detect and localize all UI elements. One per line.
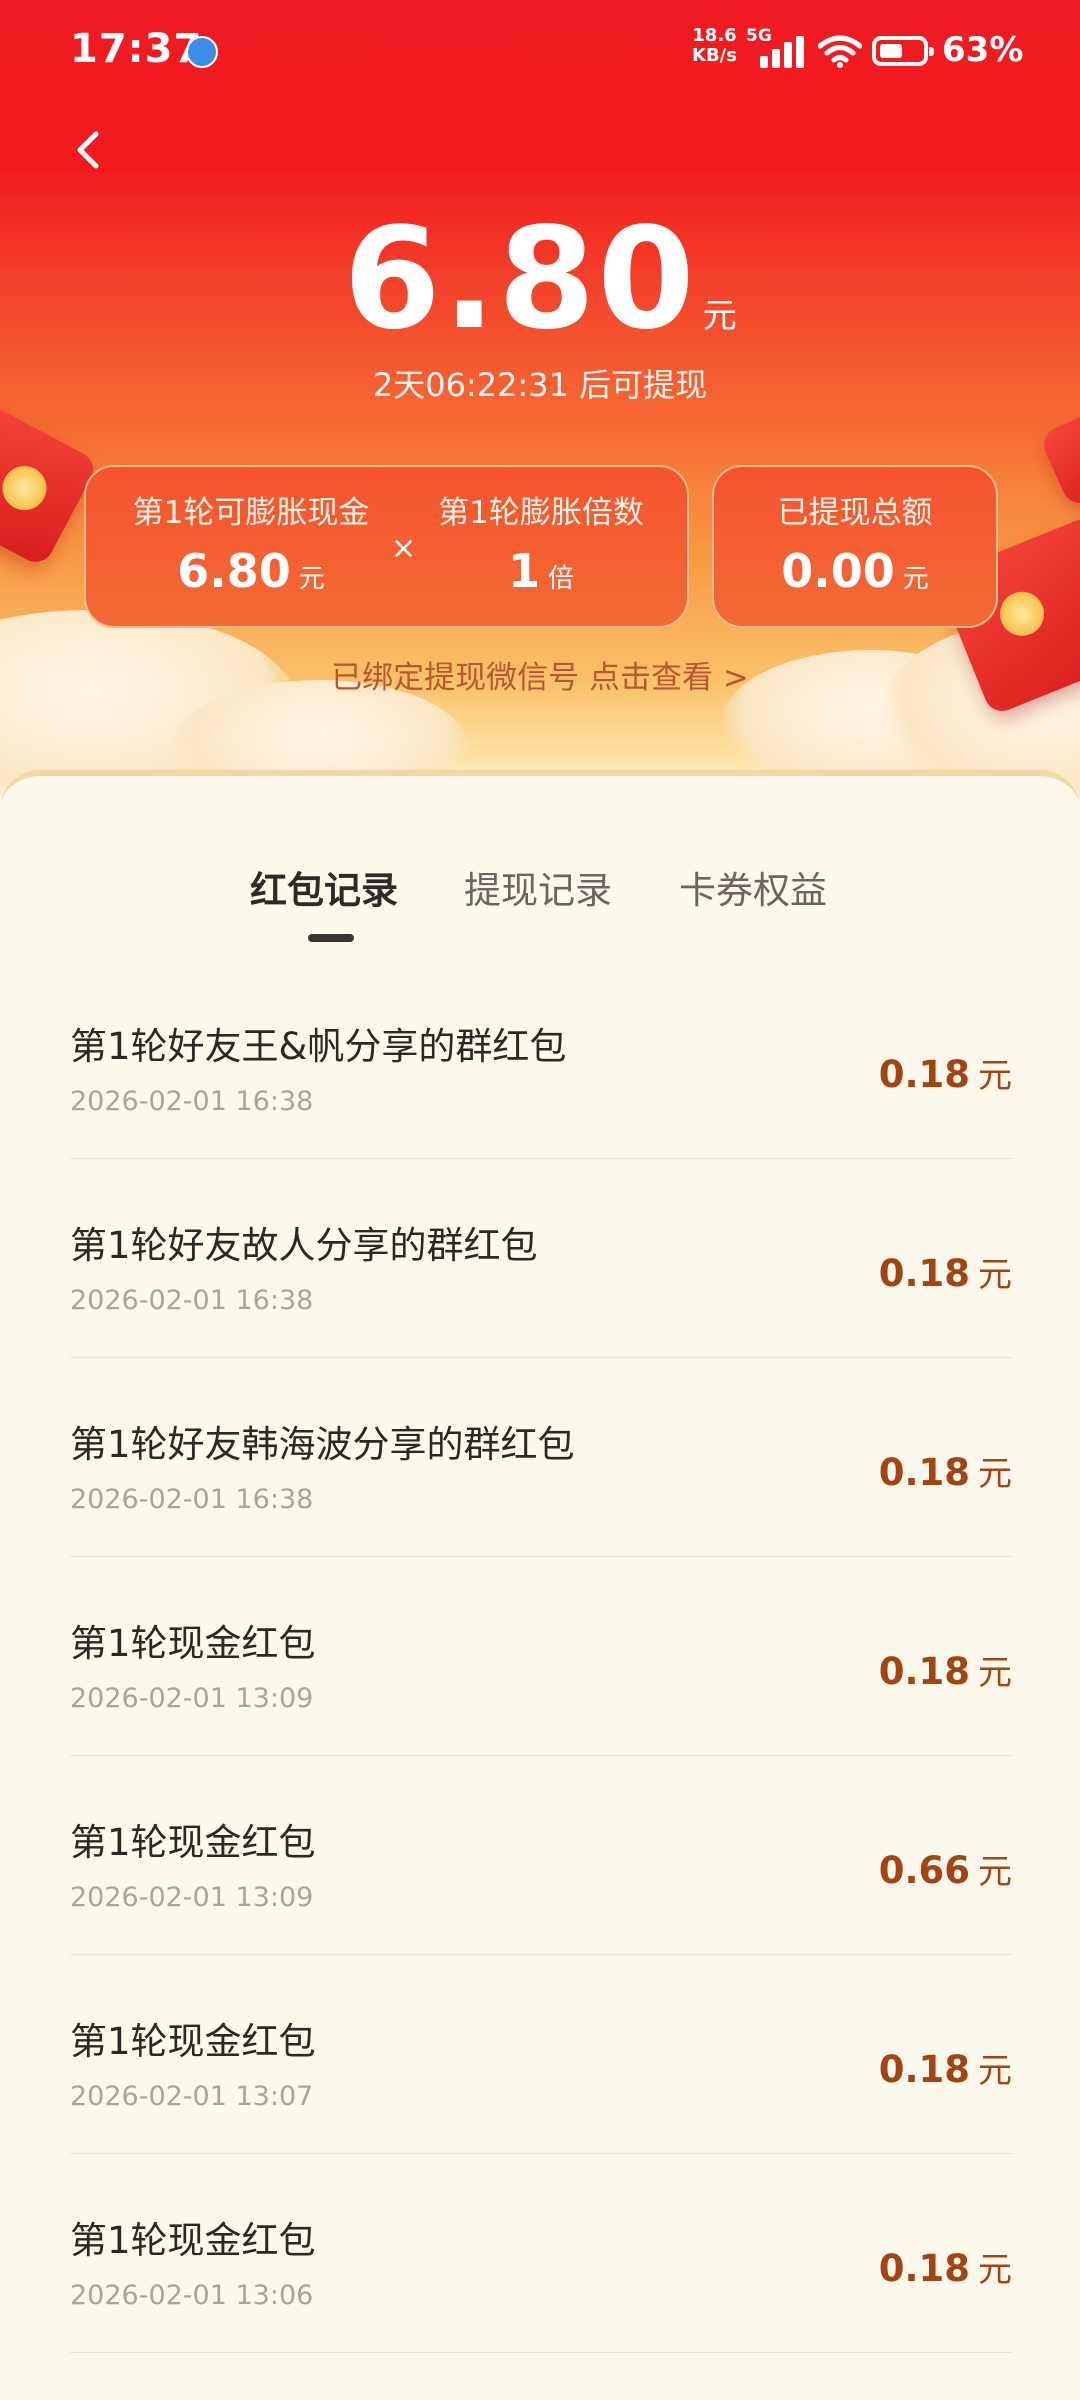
bound-wechat-link[interactable]: 已绑定提现微信号 点击查看 > <box>0 652 1080 697</box>
network-speed: 18.6 KB/s <box>692 26 737 66</box>
record-title: 第1轮好友故人分享的群红包 <box>70 1224 538 1267</box>
record-time: 2026-02-01 13:09 <box>70 1683 314 1714</box>
record-tabs: 红包记录 提现记录 卡券权益 <box>0 860 1080 942</box>
record-amount-value: 0.18 <box>878 1252 970 1295</box>
record-amount-unit: 元 <box>978 1454 1012 1494</box>
record-amount-unit: 元 <box>978 2250 1012 2290</box>
record-amount: 0.18 元 <box>879 1645 1012 1694</box>
withdraw-countdown: 2天06:22:31 后可提现 <box>372 366 708 404</box>
record-time: 2026-02-01 16:38 <box>70 1086 314 1117</box>
list-item[interactable]: 第1轮现金红包 2026-02-01 13:09 0.66 元 <box>70 1756 1012 1955</box>
app-notification-icon <box>186 36 218 68</box>
battery-percentage: 63% <box>942 30 1024 70</box>
inflation-card: 第1轮可膨胀现金 6.80 元 × 第1轮膨胀倍数 1倍 <box>84 465 689 628</box>
record-time: 2026-02-01 13:07 <box>70 2081 314 2112</box>
record-title: 第1轮现金红包 <box>70 2020 316 2063</box>
network-speed-value: 18.6 <box>692 25 737 46</box>
inflatable-cash-unit: 元 <box>298 564 325 594</box>
record-amount-unit: 元 <box>978 1255 1012 1295</box>
multiplier-label: 第1轮膨胀倍数 <box>438 495 644 531</box>
inflatable-cash-amount: 6.80 <box>177 544 291 598</box>
list-item[interactable]: 第1轮好友韩海波分享的群红包 2026-02-01 16:38 0.18 元 <box>70 1358 1012 1557</box>
list-item[interactable]: 第1轮现金红包 2026-02-01 13:09 0.18 元 <box>70 1557 1012 1756</box>
red-envelope-decoration <box>1038 411 1080 509</box>
list-item[interactable]: 第1轮好友故人分享的群红包 2026-02-01 16:38 0.18 元 <box>70 1159 1012 1358</box>
network-speed-unit: KB/s <box>692 45 737 66</box>
wifi-icon <box>818 35 862 68</box>
record-title: 第1轮好友王&帆分享的群红包 <box>70 1025 567 1068</box>
back-arrow-icon <box>77 131 99 169</box>
signal-icon <box>760 36 806 68</box>
inflatable-cash-label: 第1轮可膨胀现金 <box>132 495 370 531</box>
record-amount-value: 0.66 <box>878 1849 970 1892</box>
balance-amount: 6.80 元 <box>0 200 1080 360</box>
record-amount: 0.18 元 <box>879 1446 1012 1495</box>
record-title: 第1轮现金红包 <box>70 1821 316 1864</box>
record-amount-value: 0.18 <box>878 2048 970 2091</box>
withdrawn-total-amount: 0.00 <box>781 544 895 598</box>
record-time: 2026-02-01 16:38 <box>70 1484 314 1515</box>
withdrawn-total-label: 已提现总额 <box>777 495 933 531</box>
redpacket-record-list: 第1轮好友王&帆分享的群红包 2026-02-01 16:38 0.18 元 第1… <box>70 960 1012 2353</box>
list-item[interactable]: 第1轮现金红包 2026-02-01 13:06 0.18 元 <box>70 2154 1012 2353</box>
balance-value: 6.80 <box>343 198 697 361</box>
record-amount: 0.18 元 <box>879 2043 1012 2092</box>
balance-unit: 元 <box>702 296 737 336</box>
inflatable-cash-value: 6.80 元 <box>126 545 376 605</box>
battery-icon <box>872 36 934 66</box>
multiply-sign: × <box>391 531 417 566</box>
withdrawn-total-value: 0.00 元 <box>714 545 996 605</box>
record-amount: 0.18 元 <box>879 1048 1012 1097</box>
multiplier-unit: 倍 <box>548 564 575 594</box>
back-button[interactable] <box>60 120 120 180</box>
tab-redpacket-records[interactable]: 红包记录 <box>250 860 398 914</box>
header-bottom-edge <box>0 770 1080 800</box>
record-amount: 0.66 元 <box>879 1844 1012 1893</box>
record-amount-value: 0.18 <box>878 2247 970 2290</box>
record-amount: 0.18 元 <box>879 2242 1012 2291</box>
active-tab-indicator <box>308 934 354 942</box>
record-title: 第1轮现金红包 <box>70 2219 316 2262</box>
status-time: 17:37 <box>70 26 203 72</box>
inflatable-cash-stat: 第1轮可膨胀现金 6.80 元 <box>126 493 376 605</box>
withdrawn-total-card: 已提现总额 0.00 元 <box>712 465 998 628</box>
record-amount-value: 0.18 <box>878 1053 970 1096</box>
record-time: 2026-02-01 13:06 <box>70 2280 314 2311</box>
record-time: 2026-02-01 16:38 <box>70 1285 314 1316</box>
withdrawn-total-stat: 已提现总额 0.00 元 <box>714 493 996 605</box>
tab-withdraw-records[interactable]: 提现记录 <box>464 860 612 914</box>
status-bar: 17:37 18.6 KB/s 5G 63% <box>0 0 1080 104</box>
record-time: 2026-02-01 13:09 <box>70 1882 314 1913</box>
list-item[interactable]: 第1轮好友王&帆分享的群红包 2026-02-01 16:38 0.18 元 <box>70 960 1012 1159</box>
record-title: 第1轮好友韩海波分享的群红包 <box>70 1423 575 1466</box>
withdrawn-total-unit: 元 <box>902 564 929 594</box>
multiplier-amount: 1 <box>507 544 540 598</box>
record-title: 第1轮现金红包 <box>70 1622 316 1665</box>
record-amount-unit: 元 <box>978 1056 1012 1096</box>
list-item[interactable]: 第1轮现金红包 2026-02-01 13:07 0.18 元 <box>70 1955 1012 2154</box>
record-amount-value: 0.18 <box>878 1451 970 1494</box>
record-amount-value: 0.18 <box>878 1650 970 1693</box>
multiplier-stat: 第1轮膨胀倍数 1倍 <box>421 493 661 605</box>
record-amount-unit: 元 <box>978 2051 1012 2091</box>
record-amount: 0.18 元 <box>879 1247 1012 1296</box>
record-amount-unit: 元 <box>978 1852 1012 1892</box>
record-amount-unit: 元 <box>978 1653 1012 1693</box>
tab-coupon-benefits[interactable]: 卡券权益 <box>679 860 827 914</box>
multiplier-value: 1倍 <box>421 545 661 605</box>
